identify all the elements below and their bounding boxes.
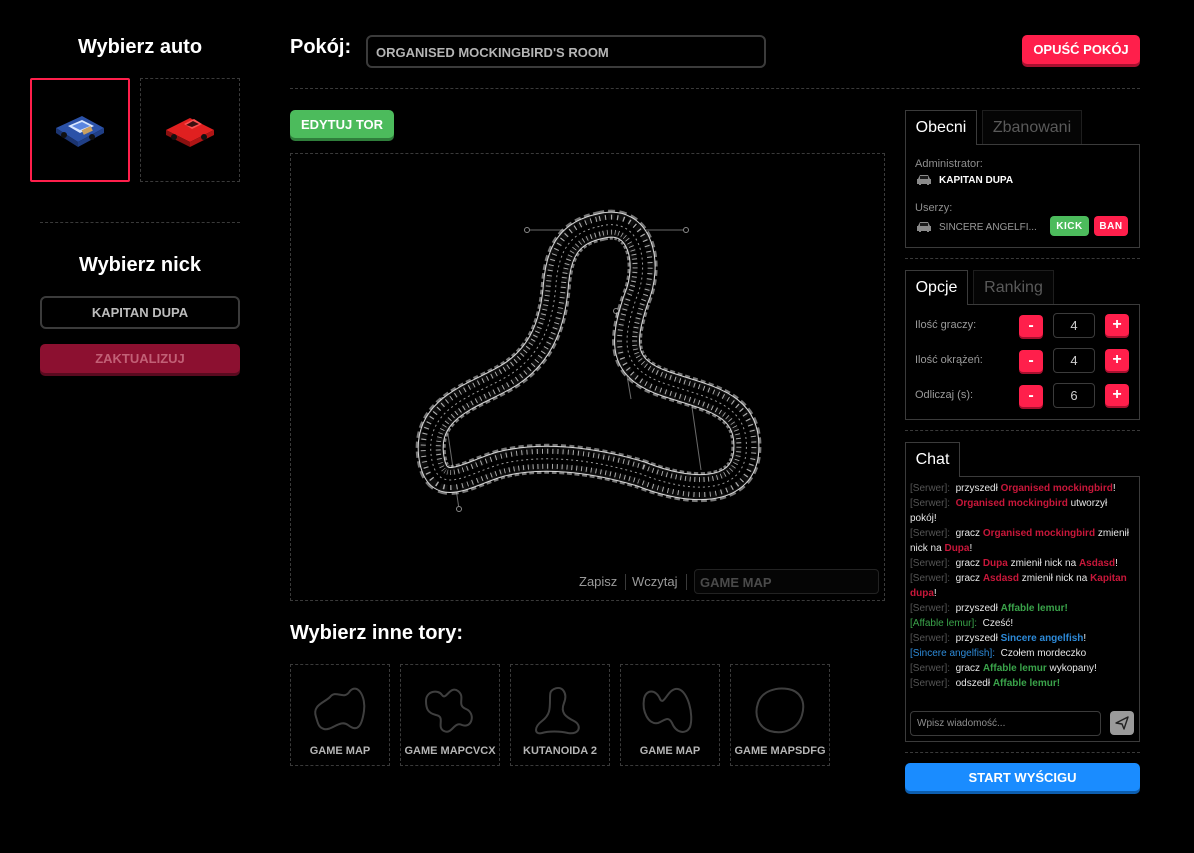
send-icon	[1115, 716, 1129, 730]
chat-log: [Serwer]: przyszedł Organised mockingbir…	[910, 481, 1135, 691]
left-divider	[40, 222, 240, 223]
right-divider	[905, 430, 1140, 431]
track-card[interactable]: GAME MAP	[620, 664, 720, 766]
update-nick-button[interactable]: ZAKTUALIZUJ	[40, 344, 240, 373]
admin-label: Administrator:	[915, 158, 983, 170]
tab-ranking[interactable]: Ranking	[973, 270, 1054, 304]
track-editor-canvas[interactable]: Zapisz Wczytaj GAME MAP	[290, 153, 885, 601]
chat-message: [Serwer]: odszedł Affable lemur!	[910, 678, 1061, 689]
nick-field[interactable]: KAPITAN DUPA	[40, 296, 240, 329]
track-card[interactable]: GAME MAPSDFG	[730, 664, 830, 766]
countdown-minus-button[interactable]: -	[1019, 385, 1043, 407]
laps-plus-button[interactable]: +	[1105, 349, 1129, 371]
room-name-field[interactable]: ORGANISED MOCKINGBIRD'S ROOM	[366, 35, 766, 68]
chat-message: [Serwer]: gracz Dupa zmienił nick na Asd…	[910, 558, 1118, 569]
chat-message: [Serwer]: gracz Affable lemur wykopany!	[910, 663, 1097, 674]
track-name: GAME MAPSDFG	[734, 745, 826, 757]
track-card[interactable]: GAME MAP	[290, 664, 390, 766]
tab-options[interactable]: Opcje	[905, 270, 968, 305]
track-card[interactable]: KUTANOIDA 2	[510, 664, 610, 766]
admin-name: KAPITAN DUPA	[939, 175, 1014, 186]
track-name: KUTANOIDA 2	[523, 745, 597, 757]
user-name: SINCERE ANGELFI...	[939, 222, 1037, 233]
chat-message: [Serwer]: gracz Asdasd zmienił nick na K…	[910, 573, 1127, 599]
countdown-value[interactable]: 6	[1053, 383, 1095, 408]
edit-track-button[interactable]: EDYTUJ TOR	[290, 110, 394, 138]
track-thumbnail	[755, 687, 805, 734]
track-thumbnail	[535, 687, 580, 735]
choose-car-title: Wybierz auto	[77, 36, 203, 58]
room-label: Pokój:	[290, 36, 352, 58]
chat-message: [Serwer]: gracz Organised mockingbird zm…	[910, 528, 1129, 554]
laps-count-value[interactable]: 4	[1053, 348, 1095, 373]
track-thumbnail	[314, 687, 366, 731]
chat-message: [Serwer]: przyszedł Sincere angelfish!	[910, 633, 1087, 644]
players-minus-button[interactable]: -	[1019, 315, 1043, 337]
start-race-button[interactable]: START WYŚCIGU	[905, 763, 1140, 791]
car-option-red[interactable]	[140, 78, 240, 182]
players-count-value[interactable]: 4	[1053, 313, 1095, 338]
car-option-blue[interactable]	[30, 78, 130, 182]
users-label: Userzy:	[915, 202, 953, 214]
track-thumbnail	[424, 688, 473, 733]
track-card[interactable]: GAME MAPCVCX	[400, 664, 500, 766]
track-name: GAME MAP	[639, 745, 701, 757]
car-icon	[917, 222, 931, 232]
tab-chat[interactable]: Chat	[905, 442, 960, 477]
right-divider	[905, 258, 1140, 259]
players-count-label: Ilość graczy:	[915, 319, 977, 331]
chat-message-input[interactable]: Wpisz wiadomość...	[910, 711, 1101, 736]
countdown-label: Odliczaj (s):	[915, 389, 974, 401]
chat-message: [Sincere angelfish]: Czołem mordeczko	[910, 648, 1087, 659]
laps-count-label: Ilość okrążeń:	[915, 354, 983, 366]
chat-message: [Affable lemur]: Cześć!	[910, 618, 1014, 629]
red-car-icon	[166, 118, 214, 147]
chat-message: [Serwer]: Organised mockingbird utworzył…	[910, 498, 1108, 524]
load-track-link[interactable]: Wczytaj	[632, 574, 678, 589]
track-thumbnail	[642, 687, 693, 733]
send-message-button[interactable]	[1110, 711, 1134, 735]
editor-separator	[625, 574, 626, 590]
editor-separator	[686, 574, 687, 590]
other-tracks-title: Wybierz inne tory:	[290, 622, 463, 644]
header-divider	[290, 88, 1140, 89]
car-icon	[917, 175, 931, 185]
blue-car-icon	[56, 116, 104, 147]
players-plus-button[interactable]: +	[1105, 314, 1129, 336]
chat-message: [Serwer]: przyszedł Organised mockingbir…	[910, 483, 1116, 494]
leave-room-button[interactable]: OPUŚĆ POKÓJ	[1022, 35, 1140, 64]
tab-present[interactable]: Obecni	[905, 110, 977, 145]
save-track-link[interactable]: Zapisz	[579, 574, 617, 589]
ban-button[interactable]: BAN	[1094, 216, 1128, 236]
countdown-plus-button[interactable]: +	[1105, 384, 1129, 406]
choose-nick-title: Wybierz nick	[79, 254, 201, 276]
kick-button[interactable]: KICK	[1050, 216, 1089, 236]
track-preview	[291, 154, 884, 512]
chat-message: [Serwer]: przyszedł Affable lemur!	[910, 603, 1068, 614]
right-divider	[905, 752, 1140, 753]
laps-minus-button[interactable]: -	[1019, 350, 1043, 372]
map-name-input[interactable]: GAME MAP	[694, 569, 879, 594]
track-name: GAME MAP	[309, 745, 371, 757]
track-name: GAME MAPCVCX	[404, 745, 496, 757]
tab-banned[interactable]: Zbanowani	[982, 110, 1082, 144]
